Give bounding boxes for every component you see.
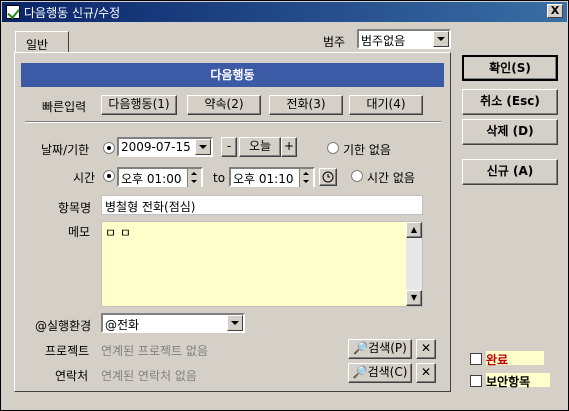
tab-general[interactable]: 일반 (15, 31, 69, 53)
time-radio[interactable] (103, 170, 115, 182)
context-value: @전화 (105, 318, 140, 332)
scroll-down-icon[interactable]: ▼ (406, 290, 422, 306)
quick-input-label: 빠른입력 (42, 100, 87, 114)
quick-call-button[interactable]: 전화(3) (269, 95, 343, 115)
search-icon: 🔎 (353, 341, 369, 355)
start-time-field[interactable]: 오후 01:00 (117, 167, 203, 187)
no-time-label: 시간 없음 (367, 171, 415, 185)
date-label: 날짜/기한 (41, 143, 90, 157)
chevron-down-icon[interactable] (433, 31, 449, 47)
start-time-spinner-icon[interactable] (187, 169, 201, 187)
contact-search-label: 검색(C) (367, 365, 408, 379)
memo-scrollbar[interactable]: ▲ ▼ (406, 222, 422, 306)
date-minus-button[interactable]: - (221, 137, 237, 157)
memo-textarea[interactable]: ㅁ ㅁ ▲ ▼ (101, 221, 423, 307)
dialog-window: 다음행동 신규/수정 X 범주 범주없음 일반 다음행동 빠른입력 다음행동(1… (0, 0, 569, 411)
search-icon: 🔎 (352, 365, 368, 379)
item-name-label: 항목명 (58, 201, 92, 215)
item-name-input[interactable]: 병철형 전화(점심) (101, 195, 423, 215)
context-select[interactable]: @전화 (101, 313, 245, 333)
chevron-down-icon[interactable] (227, 315, 243, 331)
app-icon (6, 5, 20, 19)
end-time-value: 오후 01:10 (233, 172, 294, 186)
end-time-field[interactable]: 오후 01:10 (229, 167, 315, 187)
project-label: 프로젝트 (45, 344, 90, 358)
calendar-dropdown-icon[interactable] (195, 139, 211, 155)
cancel-button[interactable]: 취소 (Esc) (462, 89, 558, 115)
duration-button[interactable] (319, 168, 337, 186)
quick-appointment-button[interactable]: 약속(2) (187, 95, 261, 115)
contact-value: 연계된 연락처 없음 (101, 369, 197, 383)
ok-button[interactable]: 확인(S) (462, 55, 558, 81)
done-label: 완료 (486, 351, 544, 367)
close-button[interactable]: X (547, 4, 563, 18)
category-label: 범주 (323, 35, 346, 49)
clock-icon (322, 171, 334, 183)
quick-next-action-button[interactable]: 다음행동(1) (101, 95, 177, 115)
contact-label: 연락처 (55, 369, 89, 383)
time-label: 시간 (73, 171, 96, 185)
date-radio[interactable] (103, 142, 115, 154)
date-field[interactable]: 2009-07-15 (117, 137, 213, 157)
close-icon: ✕ (420, 341, 432, 355)
category-value: 범주없음 (361, 34, 406, 48)
today-button[interactable]: 오늘 (239, 137, 281, 157)
title-bar: 다음행동 신규/수정 X (2, 2, 567, 22)
contact-clear-button[interactable]: ✕ (416, 363, 436, 383)
scroll-up-icon[interactable]: ▲ (406, 222, 422, 238)
close-icon: ✕ (420, 365, 432, 379)
start-time-value: 오후 01:00 (121, 172, 182, 186)
quick-wait-button[interactable]: 대기(4) (349, 95, 423, 115)
item-name-value: 병철형 전화(점심) (105, 200, 196, 214)
category-select[interactable]: 범주없음 (357, 29, 451, 49)
secure-label: 보안항목 (486, 373, 550, 389)
new-button[interactable]: 신규 (A) (462, 159, 558, 185)
section-header: 다음행동 (21, 63, 444, 87)
project-value: 연계된 프로젝트 없음 (101, 344, 208, 358)
project-search-label: 검색(P) (368, 341, 407, 355)
date-plus-button[interactable]: + (281, 137, 297, 157)
no-time-radio[interactable] (351, 170, 363, 182)
no-deadline-label: 기한 없음 (343, 143, 391, 157)
divider (25, 121, 441, 123)
memo-label: 메모 (68, 225, 91, 239)
project-search-button[interactable]: 🔎검색(P) (348, 339, 412, 359)
done-checkbox[interactable] (470, 353, 482, 365)
no-deadline-radio[interactable] (327, 142, 339, 154)
time-to-label: to (213, 171, 226, 185)
end-time-spinner-icon[interactable] (299, 169, 313, 187)
project-clear-button[interactable]: ✕ (416, 339, 436, 359)
delete-button[interactable]: 삭제 (D) (462, 119, 558, 145)
date-value: 2009-07-15 (121, 140, 191, 154)
context-label: @실행환경 (35, 319, 92, 333)
memo-value: ㅁ ㅁ (105, 226, 131, 240)
secure-checkbox[interactable] (470, 375, 482, 387)
contact-search-button[interactable]: 🔎검색(C) (348, 363, 412, 383)
window-title: 다음행동 신규/수정 (24, 6, 121, 20)
